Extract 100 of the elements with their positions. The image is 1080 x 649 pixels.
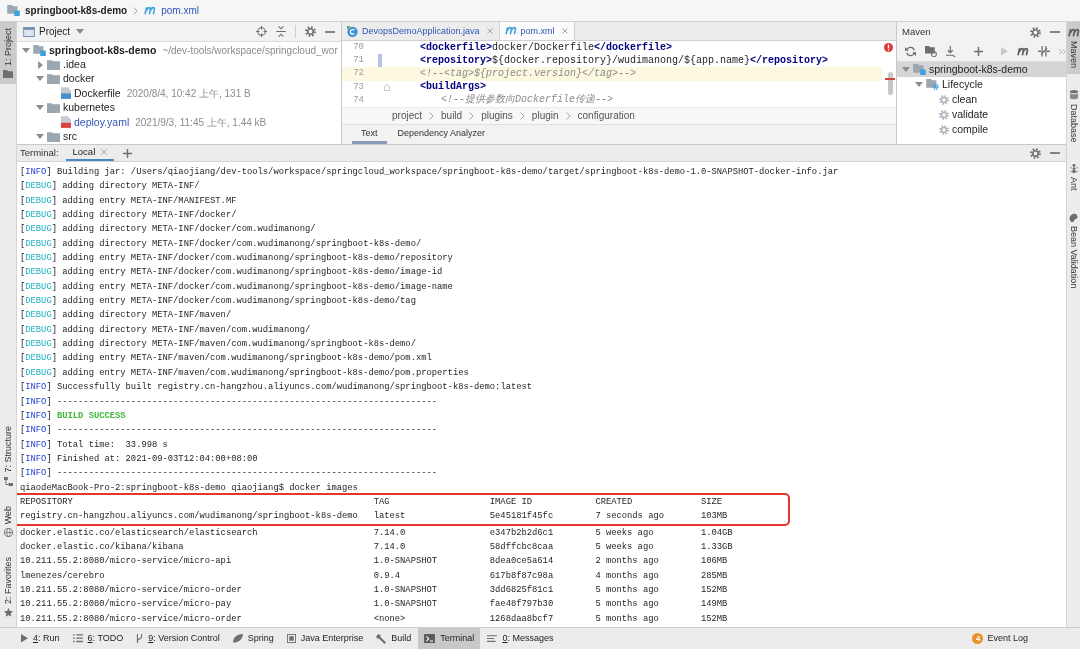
tree-item[interactable]: validate	[897, 107, 1066, 122]
log-line: [INFO] ------------------------------------------------------------------------	[20, 424, 438, 438]
tool-window-button[interactable]: 0: Messages	[481, 628, 560, 649]
table-cell-text: 149MB	[700, 598, 728, 612]
log-line: [INFO] Finished at: 2021-09-03T12:04:00+08:00	[20, 452, 258, 466]
table-cell-text: 5 months ago	[595, 612, 659, 626]
chevron-right-icon	[565, 112, 571, 120]
tool-window-button[interactable]: Java Enterprise	[280, 628, 370, 649]
breadcrumb-item[interactable]: project	[392, 110, 422, 122]
tool-window-tab[interactable]: Web	[0, 499, 16, 543]
table-cell-text: 5e45181f45fc	[489, 510, 554, 524]
download-icon[interactable]	[946, 45, 956, 58]
view-tab[interactable]: Dependency Analyzer	[388, 125, 495, 144]
column-header: IMAGE ID	[489, 495, 533, 509]
log-line: [DEBUG] adding entry META-INF/MANIFEST.MF	[20, 194, 237, 208]
file-icon	[61, 87, 71, 100]
view-selector[interactable]: Project	[23, 25, 85, 38]
play-icon	[21, 634, 28, 643]
table-cell-text: 103MB	[700, 510, 728, 524]
minimize-icon[interactable]	[325, 30, 335, 33]
settings-icon[interactable]	[1030, 26, 1041, 38]
crossed-bars-icon[interactable]	[1038, 46, 1050, 57]
table-cell-text: 1.0-SNAPSHOT	[373, 583, 438, 597]
tool-window-button[interactable]: 4: Run	[15, 628, 66, 649]
table-cell-text: 8dea0ce5a614	[489, 555, 554, 569]
tree-item[interactable]: kubernetes	[17, 100, 341, 115]
tree-item[interactable]: springboot-k8s-demo	[897, 62, 1066, 77]
tool-window-button[interactable]: Build	[370, 628, 418, 649]
database-icon	[1069, 90, 1078, 100]
code-line: <dockerfile>docker/Dockerfile</dockerfile>	[420, 41, 673, 54]
tool-window-tab[interactable]: Database	[1067, 84, 1080, 149]
tool-window-tab[interactable]: Maven	[1067, 22, 1080, 75]
column-header: CREATED	[595, 495, 633, 509]
close-icon[interactable]	[561, 28, 568, 34]
tree-item[interactable]: springboot-k8s-demo ~/dev-tools/workspace/springcloud_wor	[17, 43, 341, 58]
tree-item[interactable]: deploy.yaml 2021/9/3, 11:45 上午, 1.44 kB	[17, 114, 341, 130]
column-header: SIZE	[700, 495, 723, 509]
table-cell-text: 106MB	[700, 555, 728, 569]
tool-window-button[interactable]: 6: TODO	[66, 628, 130, 649]
panel-title: Terminal:	[20, 147, 59, 159]
log-line: [DEBUG] adding directory META-INF/	[20, 180, 200, 194]
plus-icon[interactable]	[974, 47, 983, 56]
breadcrumb-item[interactable]: springboot-k8s-demo	[25, 4, 128, 17]
folder-gear-icon	[926, 79, 939, 90]
tool-window-tab[interactable]: 2: Favorites	[0, 550, 16, 623]
file-details: 2020/8/4, 10:42 上午, 131 B	[126, 86, 251, 100]
table-cell-text: 10.211.55.2:8080/micro-service/micro-order	[20, 583, 242, 597]
chevron-right-icon	[469, 112, 475, 120]
table-cell-text: latest	[373, 510, 406, 524]
folder-refresh-icon[interactable]	[925, 45, 937, 58]
log-line: [DEBUG] adding entry META-INF/docker/com.wudimanong/springboot-k8s-demo/repository	[20, 252, 453, 266]
refresh-icon[interactable]	[905, 46, 916, 57]
table-cell-text: 1.33GB	[700, 540, 733, 554]
breadcrumb-item[interactable]: pom.xml	[161, 4, 200, 17]
plus-icon[interactable]	[123, 148, 133, 158]
terminal-tab[interactable]: Local	[65, 145, 115, 161]
table-cell-text: 5 weeks ago	[595, 540, 654, 554]
breadcrumb-item[interactable]: plugin	[531, 110, 559, 122]
tool-window-tab[interactable]: Bean Validation	[1067, 206, 1080, 295]
m-logo-icon[interactable]	[1017, 46, 1029, 57]
tree-item[interactable]: compile	[897, 122, 1066, 137]
log-line: [INFO] ------------------------------------------------------------------------	[20, 395, 438, 409]
table-cell-text: 3dd6825f81c1	[489, 583, 554, 597]
editor-tab[interactable]: pom.xml	[499, 22, 575, 40]
structure-icon	[3, 476, 13, 486]
log-line: [INFO] Total time: 33.998 s	[20, 438, 168, 452]
table-cell-text: 7.14.0	[373, 540, 406, 554]
tree-item[interactable]: .idea	[17, 57, 341, 72]
tool-window-button[interactable]: Spring	[226, 628, 280, 649]
tree-item[interactable]: Lifecycle	[897, 77, 1066, 92]
log-line: [DEBUG] adding entry META-INF/maven/com.wudimanong/springboot-k8s-demo/pom.xml	[20, 352, 432, 366]
crosshair-icon[interactable]	[256, 26, 267, 37]
tree-item[interactable]: src	[17, 129, 341, 144]
tool-window-button[interactable]: Terminal	[418, 628, 481, 649]
table-cell-text: 152MB	[700, 612, 728, 626]
line-number: 70	[352, 42, 364, 54]
tool-window-tab[interactable]: 7: Structure	[0, 420, 16, 492]
table-cell-text: 10.211.55.2:8080/micro-service/micro-order	[20, 612, 242, 626]
scrollbar-thumb[interactable]	[888, 72, 893, 95]
table-cell-text: fae48f797b30	[489, 598, 554, 612]
tool-window-tab[interactable]: Ant	[1067, 158, 1080, 197]
tool-window-button[interactable]: 9: Version Control	[130, 628, 226, 649]
file-icon	[61, 116, 71, 129]
table-cell-text: docker.elastic.co/elasticsearch/elasticsearch	[20, 526, 258, 540]
collapse-all-icon[interactable]	[276, 26, 286, 37]
breadcrumb-item[interactable]: build	[441, 110, 463, 122]
log-line: [INFO] Building jar: /Users/qiaojiang/dev-tools/workspace/springcloud_workspace/springboot-k8s-demo/target/springboot-k8s-demo-1.0-SNAPSHOT-docker-info.jar	[20, 166, 839, 179]
tree-item[interactable]: clean	[897, 92, 1066, 107]
tree-item[interactable]: docker	[17, 71, 341, 87]
table-cell-text: 58dffcbc8caa	[489, 540, 554, 554]
breadcrumb-item[interactable]: plugins	[481, 110, 513, 122]
table-cell-text: 7 seconds ago	[595, 510, 665, 524]
settings-icon[interactable]	[1030, 147, 1041, 159]
log-line: [DEBUG] adding directory META-INF/docker/com.wudimanong/	[20, 223, 316, 237]
log-line: [DEBUG] adding entry META-INF/docker/com.wudimanong/springboot-k8s-demo/tag	[20, 295, 416, 309]
breadcrumb-item[interactable]: configuration	[577, 110, 635, 122]
tree-item[interactable]: Dockerfile 2020/8/4, 10:42 上午, 131 B	[17, 86, 341, 101]
caret-down-icon	[76, 29, 85, 34]
settings-icon[interactable]	[305, 26, 316, 37]
tool-window-tab[interactable]: 1: Project	[0, 22, 16, 85]
